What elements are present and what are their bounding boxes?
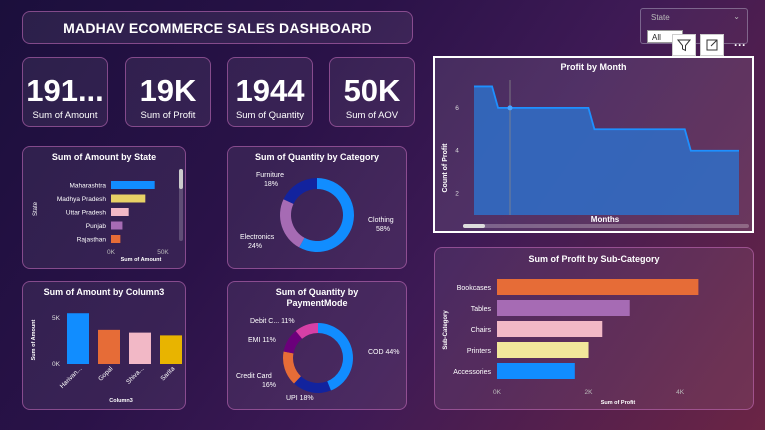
bar [111, 181, 155, 189]
kpi-card-amount[interactable]: 191... Sum of Amount [22, 57, 108, 127]
bar-label: Punjab [86, 223, 107, 230]
slice-label: EMI 11% [248, 337, 276, 344]
quantity-by-paymentmode-chart: COD 44% UPI 18% Credit Card 16% EMI 11% Debit… [236, 318, 400, 402]
donut-slice [318, 323, 353, 391]
profit-by-month-card[interactable]: Profit by Month 2 4 6 Count of Profit Months [433, 56, 754, 233]
kpi-label: Sum of Profit [140, 110, 196, 121]
bar [497, 321, 603, 337]
bar-label: Printers [467, 348, 492, 355]
bar [98, 329, 120, 364]
scrollbar-track [463, 224, 749, 228]
kpi-card-aov[interactable]: 50K Sum of AOV [329, 57, 415, 127]
bar [111, 194, 146, 203]
x-tick-label: Sarita [159, 365, 176, 382]
slice-label: 16% [262, 382, 276, 389]
x-axis-label: Sum of Amount [121, 257, 162, 263]
bar [111, 221, 123, 230]
bar [497, 342, 589, 358]
bar [67, 313, 89, 364]
bar-label: Accessories [453, 369, 491, 376]
filter-icon[interactable] [672, 34, 696, 56]
x-axis-label: Months [591, 215, 620, 224]
amount-by-state-card: Sum of Amount by State Maharashtra Madhya… [22, 146, 186, 269]
hover-point [507, 105, 513, 111]
x-tick-label: 0K [493, 389, 502, 396]
x-tick-label: Shiva... [125, 365, 145, 385]
kpi-value: 1944 [235, 73, 305, 108]
y-tick-label: 4 [455, 148, 459, 155]
kpi-value: 191... [26, 73, 104, 108]
kpi-card-profit[interactable]: 19K Sum of Profit [125, 57, 211, 127]
amount-by-state-chart: Maharashtra Madhya Pradesh Uttar Pradesh Pu… [33, 169, 183, 263]
y-tick-label: 0K [52, 361, 61, 368]
profit-by-month-chart: 2 4 6 Count of Profit Months [442, 80, 749, 228]
y-tick-label: 6 [455, 105, 459, 112]
y-axis-label: State [33, 201, 39, 216]
slice-label: Credit Card [236, 373, 272, 380]
slice-label: UPI 18% [286, 395, 314, 402]
bar [111, 208, 129, 216]
x-tick-label: 50K [157, 249, 169, 256]
bar-label: Tables [471, 306, 492, 313]
donut-slice [280, 199, 305, 248]
y-tick-label: 2 [455, 191, 459, 198]
quantity-by-paymentmode-card: Sum of Quantity by PaymentMode COD 44% UP… [227, 281, 407, 410]
donut-slice [283, 351, 301, 384]
kpi-label: Sum of Amount [32, 110, 98, 121]
slice-label: Clothing [368, 217, 394, 224]
slice-label: Furniture [256, 172, 284, 179]
scrollbar-thumb [179, 169, 183, 189]
slice-label: 18% [264, 181, 278, 188]
kpi-card-quantity[interactable]: 1944 Sum of Quantity [227, 57, 313, 127]
donut-slice [283, 178, 317, 204]
bar-label: Uttar Pradesh [66, 210, 106, 217]
kpi-label: Sum of AOV [345, 110, 399, 121]
x-tick-label: 0K [107, 249, 116, 256]
bar-label: Madhya Pradesh [57, 196, 107, 203]
kpi-value: 19K [139, 73, 197, 108]
bar [497, 363, 575, 379]
slice-label: COD 44% [368, 349, 400, 356]
dashboard-title-card: MADHAV ECOMMERCE SALES DASHBOARD [22, 11, 413, 44]
slice-label: 58% [376, 226, 390, 233]
x-axis-label: Column3 [109, 398, 133, 404]
quantity-by-category-card: Sum of Quantity by Category Clothing 58% E… [227, 146, 407, 269]
x-tick-label: Harivan... [59, 365, 84, 390]
slice-label: 24% [248, 243, 262, 250]
y-axis-label: Count of Profit [442, 143, 449, 193]
kpi-label: Sum of Quantity [235, 110, 305, 121]
bar-label: Rajasthan [77, 237, 107, 244]
profit-by-subcategory-card: Sum of Profit by Sub-Category Bookcases T… [434, 247, 754, 410]
x-tick-label: 2K [585, 389, 594, 396]
bar [497, 300, 630, 316]
quantity-by-category-chart: Clothing 58% Electronics 24% Furniture 18% [240, 172, 394, 252]
bar-label: Maharashtra [70, 183, 107, 190]
slicer-label: State [651, 13, 670, 22]
x-tick-label: Gopal [97, 365, 115, 383]
bar-label: Bookcases [457, 285, 492, 292]
slice-label: Debit C... 11% [250, 318, 295, 325]
visual-header-toolbar: ··· [672, 34, 752, 56]
kpi-value: 50K [343, 73, 401, 108]
bar [111, 235, 121, 243]
bar-label: Chairs [471, 327, 492, 334]
dashboard-title: MADHAV ECOMMERCE SALES DASHBOARD [63, 19, 372, 36]
focus-mode-icon[interactable] [700, 34, 724, 56]
bar [497, 279, 699, 295]
y-axis-label: Sub-Category [443, 310, 449, 350]
x-tick-label: 4K [676, 389, 685, 396]
amount-by-column3-card: Sum of Amount by Column3 Harivan... Gopal… [22, 281, 186, 410]
profit-by-subcategory-chart: Bookcases Tables Chairs Printers Accessories… [443, 279, 699, 406]
bar [129, 332, 151, 364]
donut-slice [294, 376, 331, 393]
x-axis-label: Sum of Profit [601, 400, 636, 406]
amount-by-column3-chart: Harivan... Gopal Shiva... Sarita 0K 5K Sum of … [31, 313, 182, 404]
chevron-down-icon[interactable]: ⌄ [733, 12, 740, 21]
more-options-icon[interactable]: ··· [728, 34, 752, 56]
slice-label: Electronics [240, 234, 275, 241]
y-axis-label: Sum of Amount [31, 319, 37, 360]
y-tick-label: 5K [52, 315, 61, 322]
bar [160, 335, 182, 364]
scrollbar-thumb [463, 224, 485, 228]
